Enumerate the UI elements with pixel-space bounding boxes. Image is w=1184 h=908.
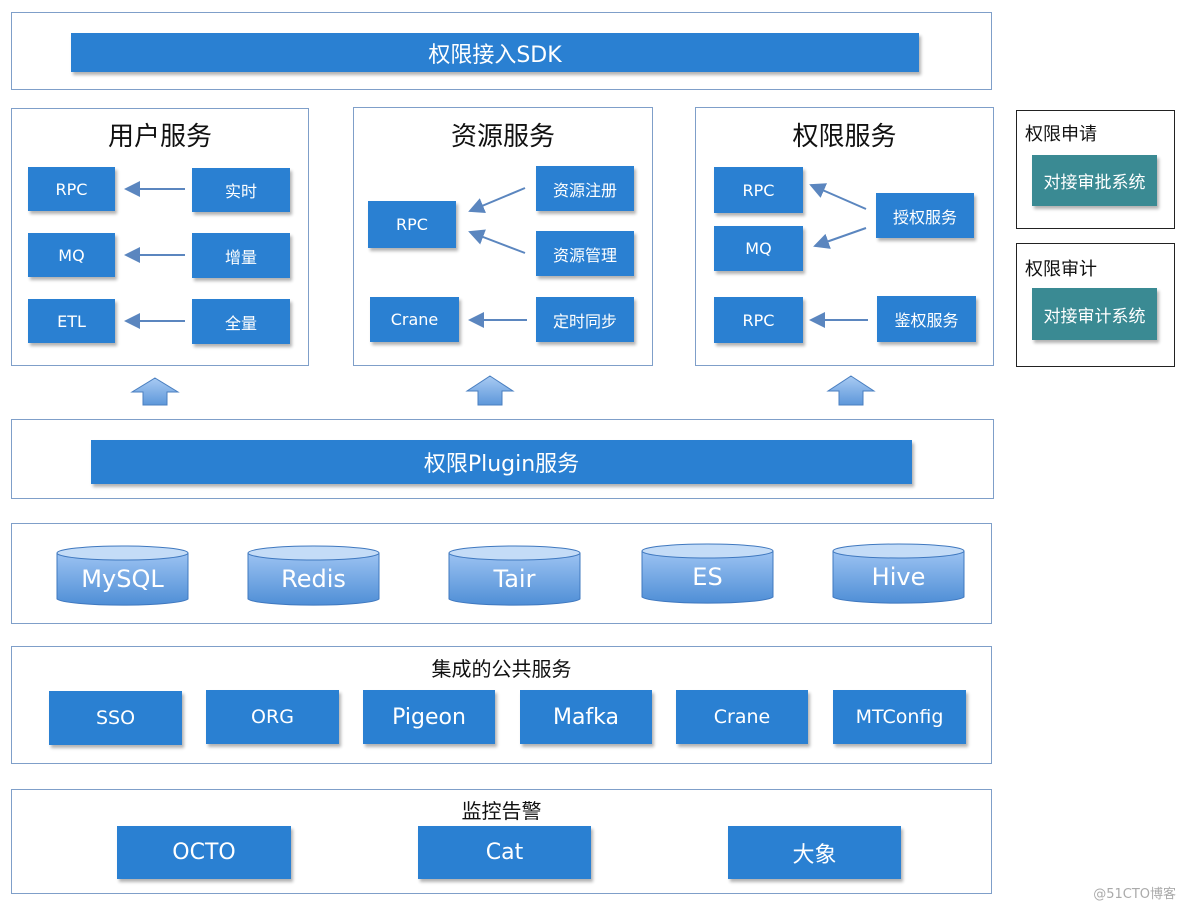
db-label: Tair xyxy=(493,565,536,593)
user-service-title: 用户服务 xyxy=(107,122,212,152)
common-mtconfig: MTConfig xyxy=(833,690,966,744)
db-mysql: MySQL xyxy=(56,545,189,607)
user-realtime: 实时 xyxy=(192,168,290,212)
resource-service-title: 资源服务 xyxy=(450,122,555,152)
resource-sync: 定时同步 xyxy=(536,297,634,342)
user-etl: ETL xyxy=(28,299,115,343)
monitor-daxiang: 大象 xyxy=(728,826,901,879)
perm-rpc-1: RPC xyxy=(714,167,803,213)
watermark: @51CTO博客 xyxy=(1093,887,1176,902)
perm-service-title: 权限服务 xyxy=(792,122,897,152)
common-mafka: Mafka xyxy=(520,690,652,744)
up-arrow-icon xyxy=(130,377,180,406)
db-label: Redis xyxy=(281,565,346,593)
resource-register: 资源注册 xyxy=(536,166,634,211)
apply-title: 权限申请 xyxy=(1025,124,1097,145)
plugin-bar: 权限Plugin服务 xyxy=(91,440,912,484)
db-label: Hive xyxy=(871,563,926,591)
db-label: MySQL xyxy=(81,565,164,593)
monitor-title: 监控告警 xyxy=(461,799,542,823)
common-crane: Crane xyxy=(676,690,808,744)
up-arrow-icon xyxy=(826,375,876,406)
sdk-bar: 权限接入SDK xyxy=(71,33,919,72)
audit-box: 对接审计系统 xyxy=(1032,288,1157,340)
user-full: 全量 xyxy=(192,299,290,344)
audit-title: 权限审计 xyxy=(1025,259,1097,280)
user-rpc: RPC xyxy=(28,167,115,211)
db-label: ES xyxy=(692,563,723,591)
perm-auth: 鉴权服务 xyxy=(877,296,976,342)
user-mq: MQ xyxy=(28,233,115,277)
db-hive: Hive xyxy=(832,543,965,605)
perm-rpc-2: RPC xyxy=(714,297,803,343)
resource-rpc: RPC xyxy=(368,201,456,248)
monitor-cat: Cat xyxy=(418,826,591,879)
apply-box: 对接审批系统 xyxy=(1032,155,1157,206)
common-pigeon: Pigeon xyxy=(363,690,495,744)
user-incremental: 增量 xyxy=(192,233,290,278)
common-sso: SSO xyxy=(49,691,182,745)
db-redis: Redis xyxy=(247,545,380,607)
resource-manage: 资源管理 xyxy=(536,231,634,276)
perm-grant: 授权服务 xyxy=(876,193,974,238)
db-es: ES xyxy=(641,543,774,605)
monitor-octo: OCTO xyxy=(117,826,291,879)
db-tair: Tair xyxy=(448,545,581,607)
common-title: 集成的公共服务 xyxy=(431,657,572,681)
up-arrow-icon xyxy=(465,375,515,406)
perm-mq: MQ xyxy=(714,226,803,271)
common-org: ORG xyxy=(206,690,339,744)
resource-crane: Crane xyxy=(370,297,459,342)
